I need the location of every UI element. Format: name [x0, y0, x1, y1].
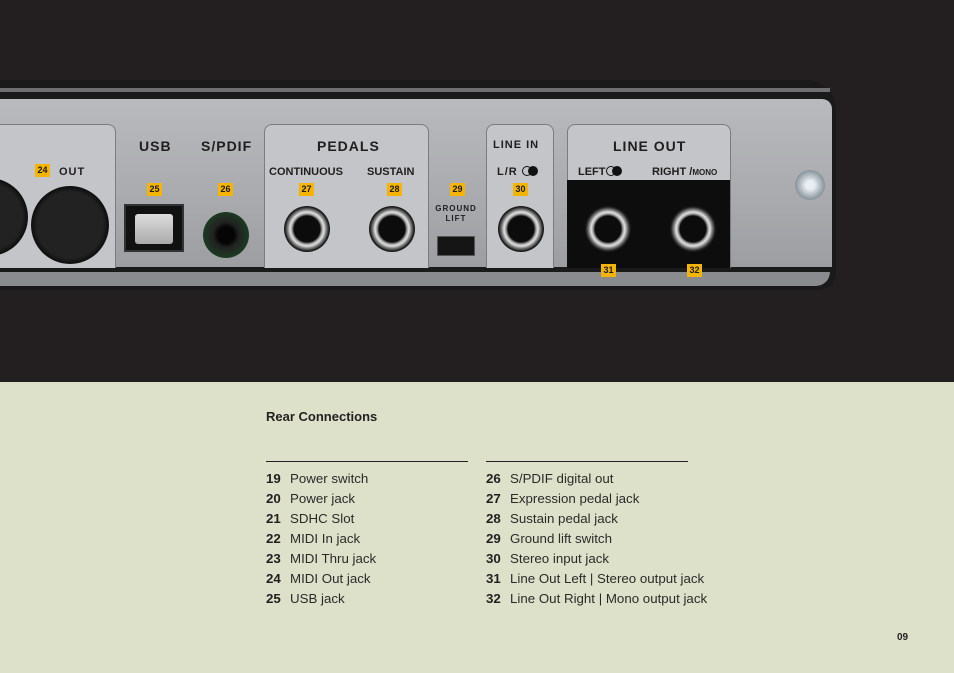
line-out-right-jack — [670, 206, 716, 252]
spdif-port — [203, 212, 249, 258]
item-label: MIDI Out jack — [290, 571, 371, 586]
label-lr: L/R — [497, 166, 538, 178]
legend-list-left: 19 Power switch 20 Power jack 21 SDHC Slot 22 M… — [266, 461, 468, 609]
callout-25: 25 — [147, 183, 162, 196]
list-item: 30 Stereo input jack — [486, 549, 688, 569]
item-number: 20 — [266, 491, 281, 506]
section-title: Rear Connections — [266, 409, 378, 424]
item-label: Sustain pedal jack — [510, 511, 618, 526]
item-number: 25 — [266, 591, 281, 606]
chassis-lip — [0, 272, 830, 286]
expression-pedal-jack — [284, 206, 330, 252]
label-usb: USB — [139, 138, 172, 154]
item-number: 32 — [486, 591, 501, 606]
rear-panel-photo: OUT USB S/PDIF PEDALS CONTINUOUS SUSTAIN… — [0, 0, 954, 382]
right-text: RIGHT / — [652, 166, 693, 178]
item-label: Stereo input jack — [510, 551, 610, 566]
label-out: OUT — [59, 166, 86, 178]
legend-list-right: 26 S/PDIF digital out 27 Expression pedal j… — [486, 461, 707, 609]
label-right-mono: RIGHT /MONO — [652, 166, 717, 178]
list-item: 20 Power jack — [266, 489, 468, 509]
line-out-left-jack — [585, 206, 631, 252]
callout-31: 31 — [601, 264, 616, 277]
tip-icon — [527, 166, 538, 176]
list-item: 21 SDHC Slot — [266, 509, 468, 529]
list-item: 27 Expression pedal jack — [486, 489, 688, 509]
label-line-in: LINE IN — [493, 139, 540, 151]
mono-text: MONO — [692, 168, 718, 177]
list-item: 23 MIDI Thru jack — [266, 549, 468, 569]
screw — [795, 170, 825, 200]
item-number: 30 — [486, 551, 501, 566]
label-ground-lift: GROUND LIFT — [435, 204, 477, 223]
left-text: LEFT — [578, 166, 606, 178]
list-item: 25 USB jack — [266, 589, 468, 609]
item-label: MIDI Thru jack — [290, 551, 377, 566]
callout-30: 30 — [513, 183, 528, 196]
list-item: 29 Ground lift switch — [486, 529, 688, 549]
item-number: 31 — [486, 571, 501, 586]
callout-29: 29 — [450, 183, 465, 196]
item-number: 19 — [266, 471, 281, 486]
line-in-jack — [498, 206, 544, 252]
item-label: Ground lift switch — [510, 531, 612, 546]
list-item: 26 S/PDIF digital out — [486, 469, 688, 489]
label-pedals: PEDALS — [317, 138, 380, 154]
item-label: MIDI In jack — [290, 531, 361, 546]
page-number: 09 — [897, 632, 909, 643]
item-number: 28 — [486, 511, 501, 526]
legend-section: Rear Connections 19 Power switch 20 Power j… — [0, 382, 954, 673]
list-item: 28 Sustain pedal jack — [486, 509, 688, 529]
item-number: 24 — [266, 571, 281, 586]
item-number: 29 — [486, 531, 501, 546]
item-number: 21 — [266, 511, 281, 526]
label-line-out: LINE OUT — [613, 138, 687, 154]
midi-out-connector — [31, 186, 109, 264]
tip-icon — [611, 166, 622, 176]
label-sustain: SUSTAIN — [367, 166, 415, 178]
label-left: LEFT — [578, 166, 622, 178]
item-label: Power jack — [290, 491, 356, 506]
list-item: 22 MIDI In jack — [266, 529, 468, 549]
item-label: Expression pedal jack — [510, 491, 640, 506]
item-number: 27 — [486, 491, 501, 506]
label-continuous: CONTINUOUS — [269, 166, 343, 178]
callout-32: 32 — [687, 264, 702, 277]
usb-port — [124, 204, 184, 252]
item-label: Power switch — [290, 471, 369, 486]
sustain-pedal-jack — [369, 206, 415, 252]
list-item: 32 Line Out Right | Mono output jack — [486, 589, 707, 609]
ground-lift-switch — [437, 236, 475, 256]
list-item: 19 Power switch — [266, 469, 468, 489]
label-spdif: S/PDIF — [201, 138, 253, 154]
list-item: 31 Line Out Left | Stereo output jack — [486, 569, 704, 589]
item-label: USB jack — [290, 591, 345, 606]
callout-28: 28 — [387, 183, 402, 196]
item-label: SDHC Slot — [290, 511, 355, 526]
list-item: 24 MIDI Out jack — [266, 569, 468, 589]
callout-24: 24 — [35, 164, 50, 177]
chassis-rim — [0, 88, 830, 92]
callout-26: 26 — [218, 183, 233, 196]
item-label: Line Out Left | Stereo output jack — [510, 571, 705, 586]
callout-27: 27 — [299, 183, 314, 196]
item-number: 23 — [266, 551, 281, 566]
item-number: 22 — [266, 531, 281, 546]
lr-text: L/R — [497, 166, 518, 178]
item-label: S/PDIF digital out — [510, 471, 614, 486]
item-number: 26 — [486, 471, 501, 486]
item-label: Line Out Right | Mono output jack — [510, 591, 708, 606]
